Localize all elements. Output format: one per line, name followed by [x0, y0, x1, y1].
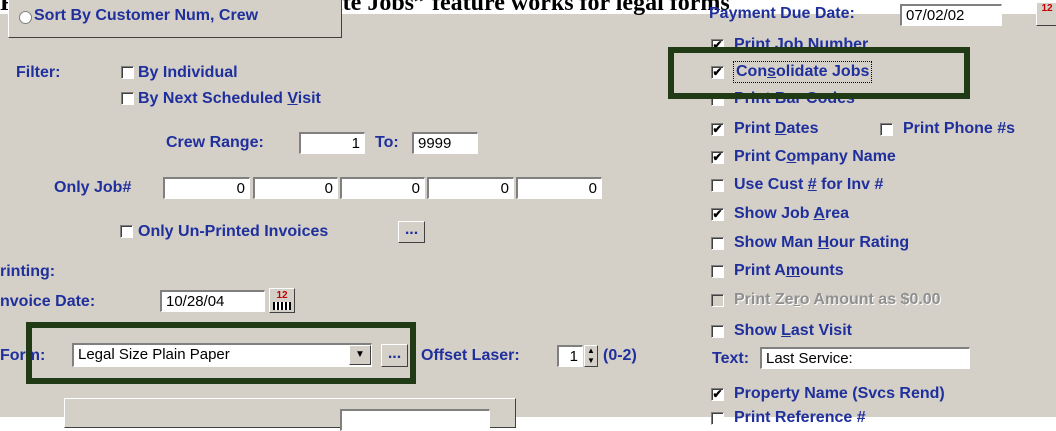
job-input-1[interactable]: 0 [163, 177, 250, 199]
sort-option-label[interactable]: Sort By Customer Num, Crew [34, 6, 258, 26]
unprinted-ellipsis-button[interactable]: ... [398, 221, 425, 243]
invoice-date-label: nvoice Date: [0, 293, 96, 310]
job-input-2[interactable]: 0 [253, 177, 338, 199]
show-job-area-checkbox[interactable]: ✔ [711, 208, 724, 221]
print-reference-label[interactable]: Print Reference # [734, 408, 866, 428]
show-job-area-label[interactable]: Show Job Area [734, 204, 849, 224]
payment-calendar-icon[interactable]: 12 [1036, 2, 1056, 26]
print-amounts-label[interactable]: Print Amounts [734, 261, 844, 281]
offset-spinner[interactable]: ▲ ▼ [584, 345, 598, 367]
print-company-checkbox[interactable]: ✔ [711, 151, 724, 164]
only-unprinted-checkbox[interactable] [120, 225, 133, 238]
show-man-hour-label[interactable]: Show Man Hour Rating [734, 233, 909, 253]
property-name-label[interactable]: Property Name (Svcs Rend) [734, 384, 945, 404]
sort-radio[interactable] [19, 11, 32, 24]
use-cust-num-label[interactable]: Use Cust # for Inv # [734, 175, 883, 195]
job-input-4[interactable]: 0 [427, 177, 514, 199]
text-label: Text: [712, 350, 750, 367]
by-individual-checkbox[interactable] [121, 66, 134, 79]
print-company-label[interactable]: Print Company Name [734, 147, 896, 167]
payment-due-label: Payment Due Date: [709, 5, 855, 22]
offset-range-label: (0-2) [603, 347, 637, 364]
show-last-visit-label[interactable]: Show Last Visit [734, 321, 852, 341]
print-zero-amount-checkbox [711, 294, 724, 307]
calendar-icon[interactable]: 12 [269, 288, 295, 313]
print-dates-label[interactable]: Print Dates [734, 119, 818, 139]
calendar-grid [273, 302, 291, 310]
print-amounts-checkbox[interactable] [711, 265, 724, 278]
invoice-date-input[interactable]: 10/28/04 [160, 290, 265, 312]
property-name-checkbox[interactable]: ✔ [711, 388, 724, 401]
crew-to-label: To: [375, 134, 399, 151]
crew-to-input[interactable]: 9999 [412, 132, 478, 154]
bottom-partial-field[interactable] [340, 409, 490, 431]
by-next-visit-label[interactable]: By Next Scheduled Visit [138, 89, 321, 109]
crew-from-input[interactable]: 1 [299, 132, 365, 154]
only-job-label: Only Job# [54, 179, 132, 196]
printing-label: rinting: [0, 263, 56, 280]
print-phone-label[interactable]: Print Phone #s [903, 119, 1015, 139]
print-reference-checkbox[interactable] [711, 412, 724, 425]
print-dates-checkbox[interactable]: ✔ [711, 123, 724, 136]
show-man-hour-checkbox[interactable] [711, 237, 724, 250]
job-input-3[interactable]: 0 [340, 177, 425, 199]
calendar-icon-digits: 12 [276, 290, 288, 301]
crew-range-label: Crew Range: [166, 134, 264, 151]
print-phone-checkbox[interactable] [880, 123, 893, 136]
consolidate-jobs-highlight [668, 47, 970, 99]
text-input[interactable]: Last Service: [760, 347, 970, 369]
offset-laser-input[interactable]: 1 [557, 345, 583, 367]
filter-label: Filter: [16, 64, 61, 81]
by-next-visit-checkbox[interactable] [121, 92, 134, 105]
print-zero-amount-label: Print Zero Amount as $0.00 [734, 291, 941, 308]
only-unprinted-label[interactable]: Only Un-Printed Invoices [138, 222, 328, 242]
by-individual-label[interactable]: By Individual [138, 63, 238, 83]
payment-due-input[interactable]: 07/02/02 [900, 4, 1002, 26]
form-select-highlight [26, 322, 416, 384]
ellipsis-text: ... [404, 221, 419, 238]
show-last-visit-checkbox[interactable] [711, 325, 724, 338]
use-cust-num-checkbox[interactable] [711, 179, 724, 192]
offset-laser-label: Offset Laser: [421, 347, 520, 364]
job-input-5[interactable]: 0 [516, 177, 602, 199]
